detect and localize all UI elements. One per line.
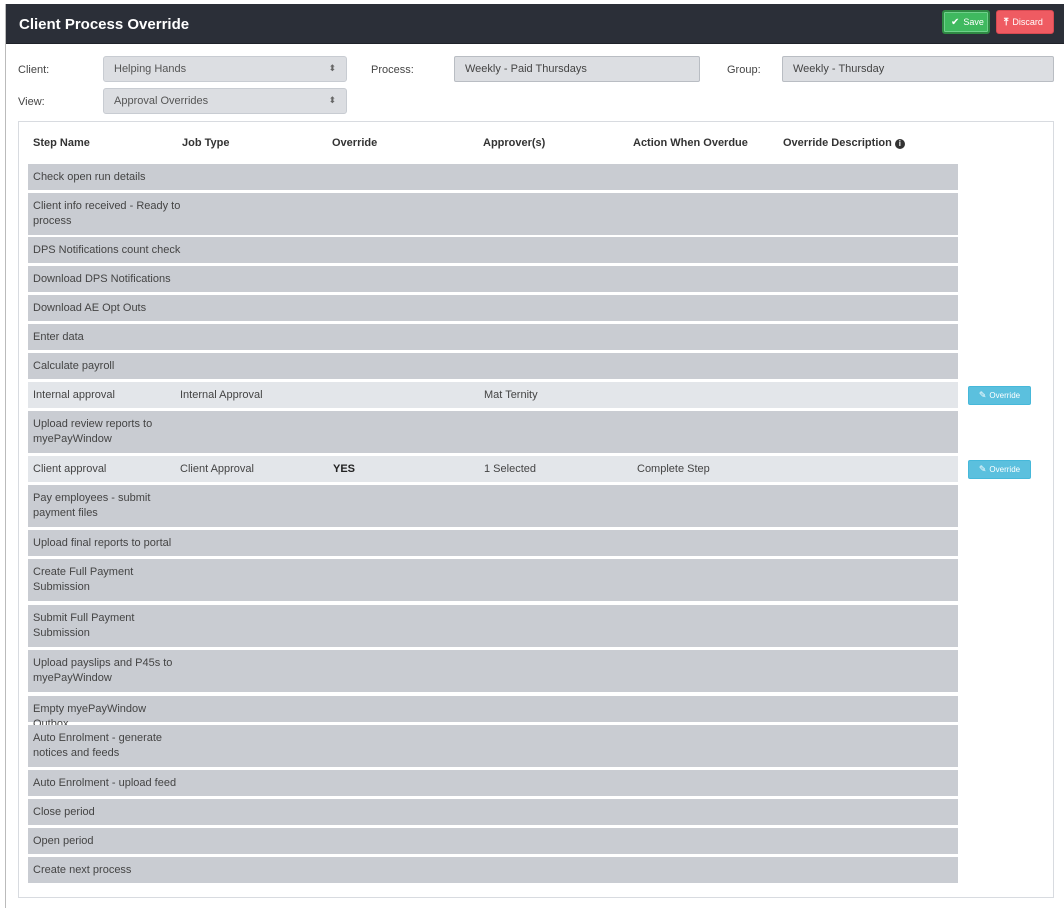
select-arrows-icon: ⬍ bbox=[328, 63, 336, 73]
table-row: Auto Enrolment - generate notices and fe… bbox=[28, 725, 958, 767]
approvers-cell: Mat Ternity bbox=[484, 389, 538, 401]
job-type-cell: Client Approval bbox=[180, 463, 254, 475]
discard-label: Discard bbox=[1012, 17, 1043, 27]
table-row: Enter data bbox=[28, 324, 958, 350]
step-name-cell: Open period bbox=[33, 835, 94, 847]
page-title: Client Process Override bbox=[19, 16, 190, 33]
step-name-cell: Auto Enrolment - upload feed bbox=[33, 777, 177, 789]
header-job-type: Job Type bbox=[182, 137, 230, 149]
step-name-cell: Create Full Payment Submission bbox=[33, 566, 134, 593]
step-name-cell: Submit Full Payment Submission bbox=[33, 612, 135, 639]
header-override: Override bbox=[332, 137, 378, 149]
action-overdue-cell: Complete Step bbox=[637, 463, 710, 475]
table-row: Client info received - Ready to process bbox=[28, 193, 958, 235]
step-name-cell: Client approval bbox=[33, 463, 107, 475]
edit-icon: ✎ bbox=[978, 464, 987, 474]
override-cell: YES bbox=[333, 463, 356, 475]
override-button-label: Override bbox=[989, 391, 1021, 400]
undo-icon: ⤒ bbox=[1004, 16, 1009, 28]
step-name-cell: Download AE Opt Outs bbox=[33, 302, 147, 314]
group-field-value: Weekly - Thursday bbox=[793, 63, 885, 75]
header-action-overdue: Action When Overdue bbox=[633, 137, 748, 149]
header-approvers: Approver(s) bbox=[483, 137, 546, 149]
override-button[interactable]: ✎ Override bbox=[968, 460, 1031, 479]
save-button[interactable]: ✔ Save bbox=[942, 10, 990, 34]
group-label: Group: bbox=[727, 64, 761, 76]
view-label: View: bbox=[18, 96, 45, 108]
table-row: Upload review reports to myePayWindow bbox=[28, 411, 958, 453]
table-row: Calculate payroll bbox=[28, 353, 958, 379]
table-row: Open period bbox=[28, 828, 958, 854]
table-row: Create Full Payment Submission bbox=[28, 559, 958, 601]
step-name-cell: Upload final reports to portal bbox=[33, 537, 172, 549]
step-name-cell: Enter data bbox=[33, 331, 84, 343]
step-name-cell: Internal approval bbox=[33, 389, 115, 401]
header-override-description: Override Description i bbox=[783, 137, 905, 149]
step-name-cell: Upload review reports to myePayWindow bbox=[33, 418, 153, 445]
client-select[interactable]: Helping Hands ⬍ bbox=[103, 56, 347, 82]
table-row: Close period bbox=[28, 799, 958, 825]
table-row: Client approval Client Approval YES 1 Selec… bbox=[28, 456, 958, 482]
group-field: Weekly - Thursday bbox=[782, 56, 1054, 82]
step-name-cell: Close period bbox=[33, 806, 95, 818]
view-select[interactable]: Approval Overrides ⬍ bbox=[103, 88, 347, 114]
table-header: Step Name Job Type Override Approver(s) … bbox=[28, 137, 968, 155]
table-row: Check open run details bbox=[28, 164, 958, 190]
step-name-cell: Upload payslips and P45s to myePayWindow bbox=[33, 657, 173, 684]
process-label: Process: bbox=[371, 64, 414, 76]
header-override-description-label: Override Description bbox=[783, 137, 892, 149]
select-arrows-icon: ⬍ bbox=[328, 95, 336, 105]
view-select-value: Approval Overrides bbox=[114, 95, 209, 107]
step-name-cell: Pay employees - submit payment files bbox=[33, 492, 151, 519]
process-field: Weekly - Paid Thursdays bbox=[454, 56, 700, 82]
table-row: Create next process bbox=[28, 857, 958, 883]
step-name-cell: DPS Notifications count check bbox=[33, 244, 181, 256]
table-row: Upload payslips and P45s to myePayWindow bbox=[28, 650, 958, 692]
table-row: Empty myePayWindow Outbox bbox=[28, 696, 958, 730]
header-bar: Client Process Override bbox=[6, 4, 1064, 44]
client-label: Client: bbox=[18, 64, 50, 76]
override-button-label: Override bbox=[989, 465, 1021, 474]
job-type-cell: Internal Approval bbox=[180, 389, 263, 401]
table-row: Download DPS Notifications bbox=[28, 266, 958, 292]
table-row: DPS Notifications count check bbox=[28, 237, 958, 263]
step-name-cell: Download DPS Notifications bbox=[33, 273, 171, 285]
table-row: Internal approval Internal Approval Mat Te… bbox=[28, 382, 958, 408]
header-step-name: Step Name bbox=[33, 137, 90, 149]
step-name-cell: Client info received - Ready to process bbox=[33, 200, 181, 227]
discard-button[interactable]: ⤒ Discard bbox=[996, 10, 1054, 34]
approvers-cell: 1 Selected bbox=[484, 463, 536, 475]
edit-icon: ✎ bbox=[978, 390, 987, 400]
table-row: Download AE Opt Outs bbox=[28, 295, 958, 321]
table-row: Pay employees - submit payment files bbox=[28, 485, 958, 527]
table-row: Auto Enrolment - upload feed bbox=[28, 770, 958, 796]
client-select-value: Helping Hands bbox=[114, 63, 187, 75]
step-name-cell: Check open run details bbox=[33, 171, 146, 183]
step-name-cell: Auto Enrolment - generate notices and fe… bbox=[33, 732, 163, 759]
table-row: Upload final reports to portal bbox=[28, 530, 958, 556]
step-name-cell: Calculate payroll bbox=[33, 360, 115, 372]
step-name-cell: Create next process bbox=[33, 864, 132, 876]
check-icon: ✔ bbox=[951, 16, 960, 28]
info-icon: i bbox=[894, 139, 905, 149]
table-row: Submit Full Payment Submission bbox=[28, 605, 958, 647]
process-field-value: Weekly - Paid Thursdays bbox=[465, 63, 587, 75]
save-label: Save bbox=[963, 17, 984, 27]
override-button[interactable]: ✎ Override bbox=[968, 386, 1031, 405]
